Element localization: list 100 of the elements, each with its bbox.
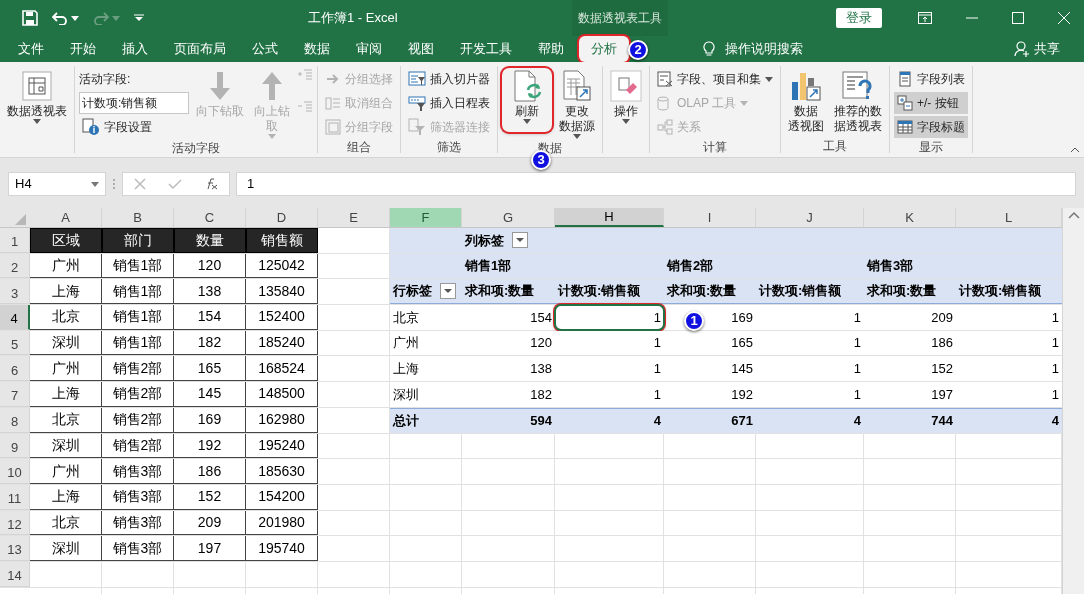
fields-items-icon <box>657 71 673 87</box>
ribbon-button[interactable]: 字段列表 <box>894 68 968 90</box>
save-icon[interactable] <box>22 10 38 26</box>
row-header[interactable]: 5 <box>0 330 30 356</box>
dropdown-button[interactable] <box>440 283 456 300</box>
ribbon-tab[interactable]: 页面布局 <box>161 36 239 62</box>
row-header[interactable]: 4 <box>0 305 30 330</box>
ribbon-display-icon[interactable] <box>918 12 932 24</box>
table-cell-text: 186 <box>931 334 953 353</box>
column-header[interactable]: B <box>102 208 174 227</box>
formula-input[interactable]: 1 <box>236 172 1076 196</box>
table-cell-text: 4 <box>1051 411 1059 430</box>
column-header[interactable]: K <box>864 208 956 227</box>
column-header[interactable]: A <box>30 208 102 227</box>
field-caption: 活动字段: <box>79 71 132 88</box>
collapse-ribbon-icon[interactable] <box>1070 147 1080 153</box>
table-cell: 销售1部 <box>102 305 174 330</box>
table-cell-text: 671 <box>731 411 753 430</box>
group-label: 组合 <box>347 140 371 154</box>
share-button[interactable]: 共享 <box>1034 39 1060 59</box>
ribbon-button[interactable]: 插入切片器 <box>405 68 493 90</box>
ribbon-button[interactable]: 字段设置 <box>79 116 189 138</box>
lightbulb-icon[interactable] <box>703 41 715 57</box>
column-header[interactable]: I <box>664 208 756 227</box>
table-cell: 销售2部 <box>102 382 174 407</box>
ribbon-tab[interactable]: 审阅 <box>343 36 395 62</box>
name-box[interactable]: H4 <box>8 172 106 196</box>
table-cell: 120 <box>174 253 246 279</box>
row-header[interactable]: 1 <box>0 228 30 253</box>
column-header[interactable]: H <box>555 208 664 227</box>
tell-me-search[interactable]: 操作说明搜索 <box>725 39 803 59</box>
row-header[interactable]: 7 <box>0 382 30 407</box>
column-header[interactable]: F <box>390 208 462 227</box>
table-cell-text: 销售3部 <box>867 257 914 276</box>
table-cell-text: 1 <box>1051 360 1059 379</box>
row-header[interactable]: 9 <box>0 433 30 459</box>
ribbon-tab[interactable]: 公式 <box>239 36 291 62</box>
row-header[interactable]: 12 <box>0 510 30 536</box>
dropdown-button[interactable] <box>512 232 528 249</box>
sign-in-button[interactable]: 登录 <box>836 8 882 28</box>
ribbon-tab[interactable]: 数据 <box>291 36 343 62</box>
table-cell-text: 169 <box>731 308 753 327</box>
ribbon-tab[interactable]: 插入 <box>109 36 161 62</box>
ribbon-tab[interactable]: 文件 <box>5 36 57 62</box>
person-plus-icon[interactable] <box>1014 41 1030 57</box>
table-cell: 深圳 <box>30 433 102 459</box>
column-header[interactable]: J <box>756 208 864 227</box>
pivot-label: 行标签 <box>393 282 432 301</box>
table-cell-text: 1 <box>653 385 661 404</box>
ribbon-tab[interactable]: 帮助 <box>525 36 577 62</box>
ribbon-button[interactable]: 数据 透视图 <box>785 68 827 134</box>
scroll-up-icon[interactable] <box>1067 211 1080 219</box>
ribbon-button[interactable]: +/- 按钮 <box>894 92 968 114</box>
close-icon[interactable] <box>1058 12 1070 24</box>
ribbon-button[interactable]: 数据透视表 <box>4 68 70 124</box>
row-header[interactable]: 13 <box>0 536 30 561</box>
table-cell-text: 145 <box>731 360 753 379</box>
row-header[interactable]: 3 <box>0 279 30 305</box>
table-cell: 北京 <box>30 407 102 433</box>
row-header[interactable]: 8 <box>0 407 30 433</box>
ribbon-button[interactable]: 推荐的数 据透视表 <box>831 68 885 134</box>
ribbon-button[interactable]: 刷新 <box>502 68 552 132</box>
table-cell: 销售额 <box>246 228 318 253</box>
ribbon-button[interactable]: 插入日程表 <box>405 92 493 114</box>
slicer-icon <box>408 70 426 88</box>
ribbon-button[interactable]: 更改 数据源 <box>556 68 598 139</box>
column-header[interactable]: D <box>246 208 318 227</box>
ribbon-tab[interactable]: 视图 <box>395 36 447 62</box>
scrollbar[interactable] <box>1062 208 1084 594</box>
ribbon-tab[interactable]: 开始 <box>57 36 109 62</box>
separator-dots-icon <box>112 178 116 190</box>
row-header[interactable]: 11 <box>0 484 30 510</box>
row-header[interactable]: 10 <box>0 459 30 484</box>
table-cell: 154200 <box>246 484 318 510</box>
column-header[interactable]: C <box>174 208 246 227</box>
ribbon-tab[interactable]: 开发工具 <box>447 36 525 62</box>
group-field-icon <box>325 119 341 135</box>
ribbon-button[interactable]: 操作 <box>607 68 645 124</box>
row-header[interactable]: 2 <box>0 253 30 279</box>
maximize-icon[interactable] <box>1012 12 1024 24</box>
ribbon-button[interactable]: 字段、项目和集 <box>654 68 776 90</box>
ribbon-button[interactable]: 字段标题 <box>894 116 968 138</box>
row-header[interactable]: 14 <box>0 561 30 587</box>
row-header[interactable]: 6 <box>0 356 30 382</box>
pivot-table-icon <box>21 70 53 102</box>
table-cell: 销售2部 <box>102 407 174 433</box>
insert-function-icon[interactable] <box>204 178 218 190</box>
group-label: 筛选 <box>437 140 461 154</box>
caret-icon <box>91 181 99 187</box>
table-cell: 135840 <box>246 279 318 305</box>
context-tab-title: 数据透视表工具 <box>578 10 662 27</box>
ribbon-tab[interactable]: 分析 <box>579 36 629 62</box>
table-cell-text: 1 <box>653 334 661 353</box>
eraser-icon <box>610 70 642 102</box>
active-field-input[interactable]: 计数项:销售额 <box>79 92 189 114</box>
table-cell-text: 1 <box>853 334 861 353</box>
caret-icon <box>71 15 79 21</box>
undo-icon[interactable] <box>52 11 68 25</box>
table-cell-text: 1 <box>1051 334 1059 353</box>
customize-icon[interactable] <box>134 14 144 22</box>
